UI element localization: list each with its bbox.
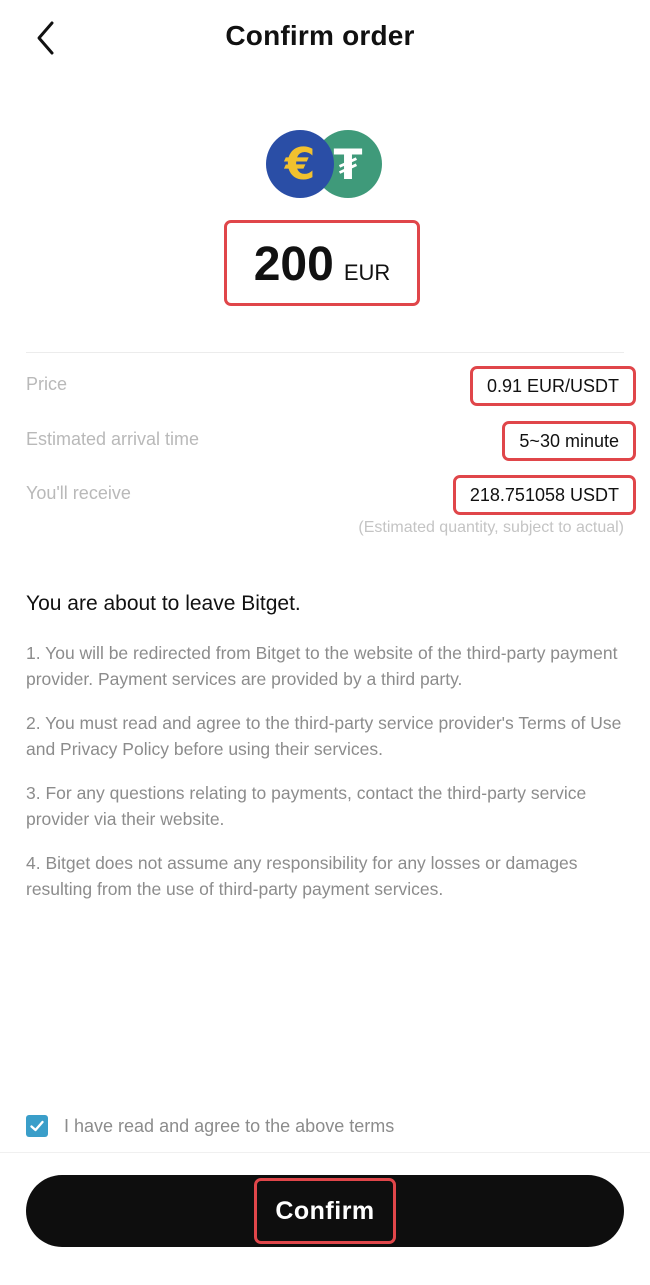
bottom-divider: [0, 1152, 650, 1153]
receive-value: 218.751058 USDT: [452, 475, 636, 515]
arrival-time-label: Estimated arrival time: [26, 429, 200, 449]
receive-note: (Estimated quantity, subject to actual): [358, 519, 624, 536]
amount-unit: EUR: [343, 260, 391, 285]
terms-item: 2. You must read and agree to the third-…: [26, 713, 622, 759]
price-value: 0.91 EUR/USDT: [469, 366, 636, 406]
arrival-time-value: 5~30 minute: [502, 421, 636, 461]
arrival-time-row: Estimated arrival time 5~30 minute: [26, 421, 636, 461]
terms-item: 1. You will be redirected from Bitget to…: [26, 643, 618, 689]
agree-label: I have read and agree to the above terms: [64, 1115, 395, 1136]
amount-value: 200: [253, 238, 334, 291]
euro-coin-icon: €: [266, 130, 334, 198]
price-label: Price: [26, 374, 68, 394]
price-row: Price 0.91 EUR/USDT: [26, 366, 636, 406]
page-title: Confirm order: [225, 20, 415, 51]
order-amount: 200 EUR: [224, 220, 420, 306]
terms-item: 4. Bitget does not assume any responsibi…: [26, 853, 578, 899]
confirm-button-label: Confirm: [254, 1178, 396, 1244]
confirm-button[interactable]: Confirm: [26, 1175, 624, 1247]
currency-pair-icons: € ₮: [266, 130, 386, 200]
receive-label: You'll receive: [26, 483, 131, 503]
checkmark-icon: [30, 1120, 44, 1132]
terms-item: 3. For any questions relating to payment…: [26, 783, 587, 829]
agreement-row: I have read and agree to the above terms: [26, 1113, 394, 1139]
agree-checkbox[interactable]: [26, 1115, 48, 1137]
terms-list: 1. You will be redirected from Bitget to…: [26, 640, 626, 920]
leave-notice-title: You are about to leave Bitget.: [26, 592, 301, 615]
header: Confirm order: [0, 0, 650, 76]
divider: [26, 352, 624, 353]
receive-row: You'll receive 218.751058 USDT: [26, 475, 636, 515]
